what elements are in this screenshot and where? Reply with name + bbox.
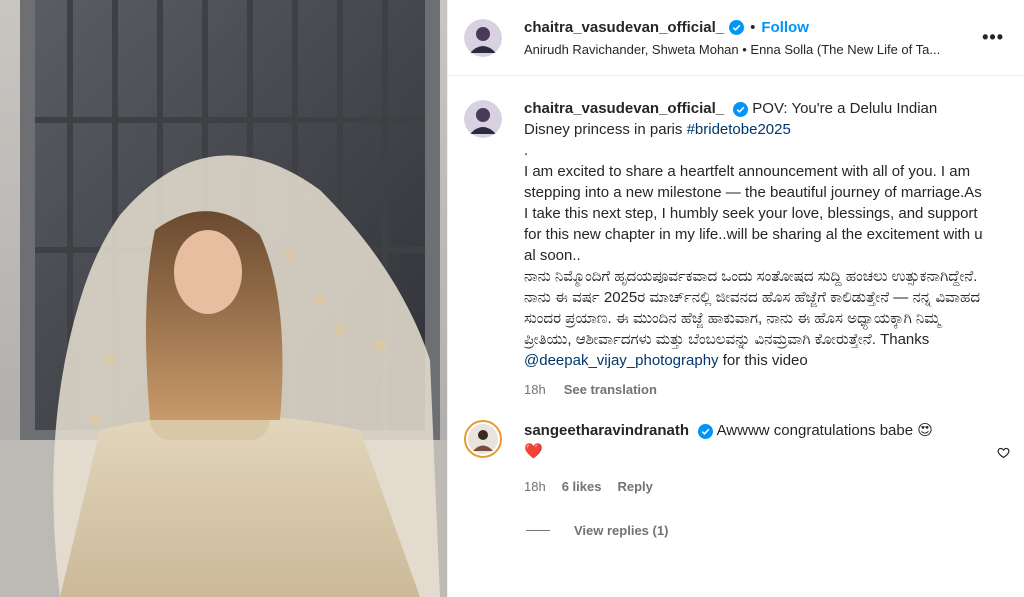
verified-badge-icon	[733, 101, 749, 117]
post-sidebar: chaitra_vasudevan_official_ • Follow Ani…	[447, 0, 1024, 597]
header-line: chaitra_vasudevan_official_ • Follow	[524, 19, 984, 36]
replies-divider	[526, 530, 550, 531]
heart-outline-icon[interactable]	[997, 446, 1010, 459]
caption-avatar[interactable]	[464, 100, 502, 138]
post-media[interactable]	[0, 0, 447, 597]
comment-heart-emoji: ❤️	[524, 443, 543, 460]
view-replies-label: View replies (1)	[574, 523, 669, 538]
caption-time: 18h	[524, 382, 546, 397]
caption-kannada-block: ನಾನು ನಿಮ್ಮೊಂದಿಗೆ ಹೃದಯಪೂರ್ವಕವಾದ ಒಂದು ಸಂತೋ…	[524, 266, 984, 371]
caption-first-line: chaitra_vasudevan_official_ POV: You're …	[524, 98, 984, 140]
verified-badge-icon	[698, 423, 714, 439]
see-translation-button[interactable]: See translation	[564, 379, 657, 400]
reply-button[interactable]: Reply	[617, 476, 652, 497]
comment-line: sangeetharavindranath Awwww congratulati…	[524, 420, 964, 441]
separator-dot: •	[750, 18, 756, 36]
hashtag-link[interactable]: #bridetobe2025	[687, 121, 791, 138]
audio-attribution[interactable]: Anirudh Ravichander, Shweta Mohan • Enna…	[524, 42, 964, 57]
author-avatar[interactable]	[464, 18, 502, 57]
comment: sangeetharavindranath Awwww congratulati…	[448, 400, 1024, 497]
author-username[interactable]: chaitra_vasudevan_official_	[524, 19, 724, 36]
caption-dot-line: .	[524, 142, 529, 159]
comment-body: sangeetharavindranath Awwww congratulati…	[524, 420, 964, 497]
caption-footer: 18h See translation	[524, 379, 984, 400]
more-options-icon[interactable]: •••	[982, 28, 1004, 46]
post-dialog: chaitra_vasudevan_official_ • Follow Ani…	[0, 0, 1024, 597]
comment-footer: 18h 6 likes Reply	[524, 476, 964, 497]
mention-link[interactable]: @deepak_vijay_photography	[524, 352, 719, 369]
comment-time: 18h	[524, 479, 546, 494]
commenter-avatar[interactable]	[464, 420, 502, 458]
caption: chaitra_vasudevan_official_ POV: You're …	[448, 76, 1024, 400]
comment-likes[interactable]: 6 likes	[562, 476, 602, 497]
caption-body: chaitra_vasudevan_official_ POV: You're …	[524, 98, 984, 400]
post-image	[0, 0, 447, 597]
view-replies-button[interactable]: View replies (1)	[526, 523, 1024, 538]
header-meta: chaitra_vasudevan_official_ • Follow Ani…	[524, 19, 984, 57]
follow-button[interactable]: Follow	[761, 19, 809, 36]
verified-badge-icon	[729, 19, 745, 35]
caption-english: I am excited to share a heartfelt announ…	[524, 163, 983, 264]
comment-text: Awwww congratulations babe 😍	[716, 422, 933, 439]
post-header: chaitra_vasudevan_official_ • Follow Ani…	[448, 0, 1024, 76]
caption-tail: for this video	[718, 352, 808, 369]
caption-username[interactable]: chaitra_vasudevan_official_	[524, 100, 724, 117]
commenter-username[interactable]: sangeetharavindranath	[524, 422, 689, 439]
caption-kannada: ನಾನು ನಿಮ್ಮೊಂದಿಗೆ ಹೃದಯಪೂರ್ವಕವಾದ ಒಂದು ಸಂತೋ…	[524, 268, 981, 348]
